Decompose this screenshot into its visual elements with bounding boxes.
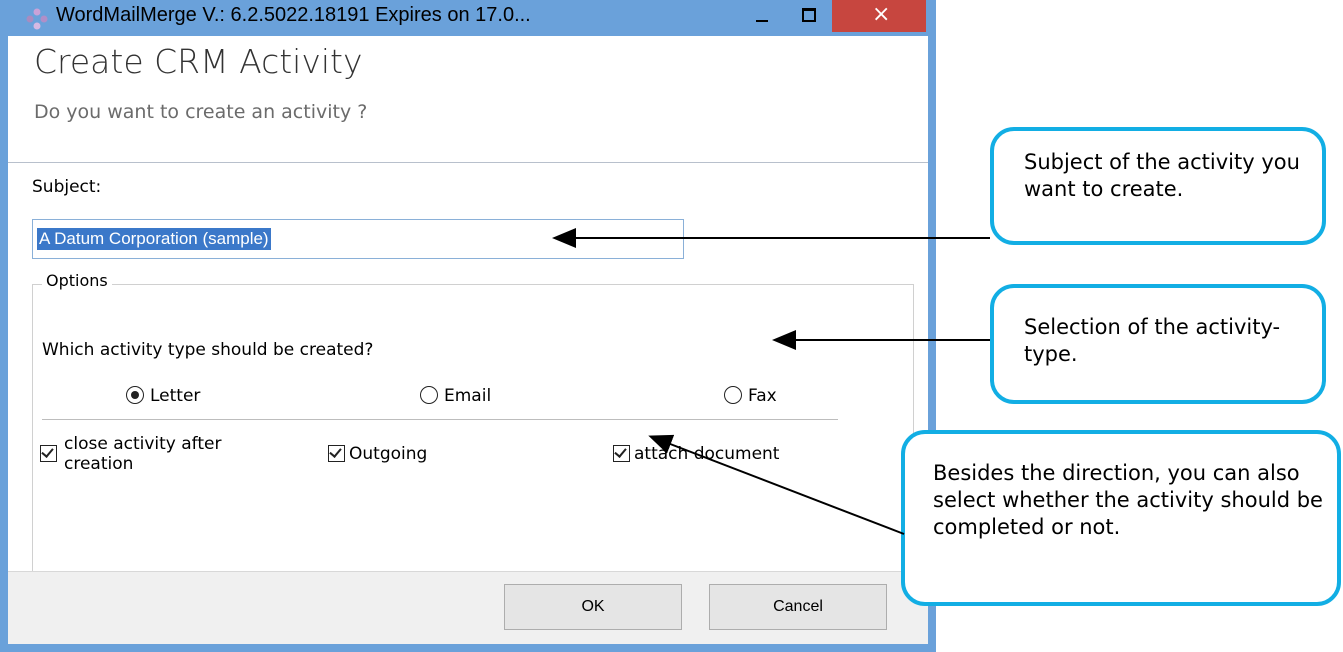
annotation-arrows — [552, 228, 990, 535]
arrow-to-attach-document — [648, 434, 905, 535]
